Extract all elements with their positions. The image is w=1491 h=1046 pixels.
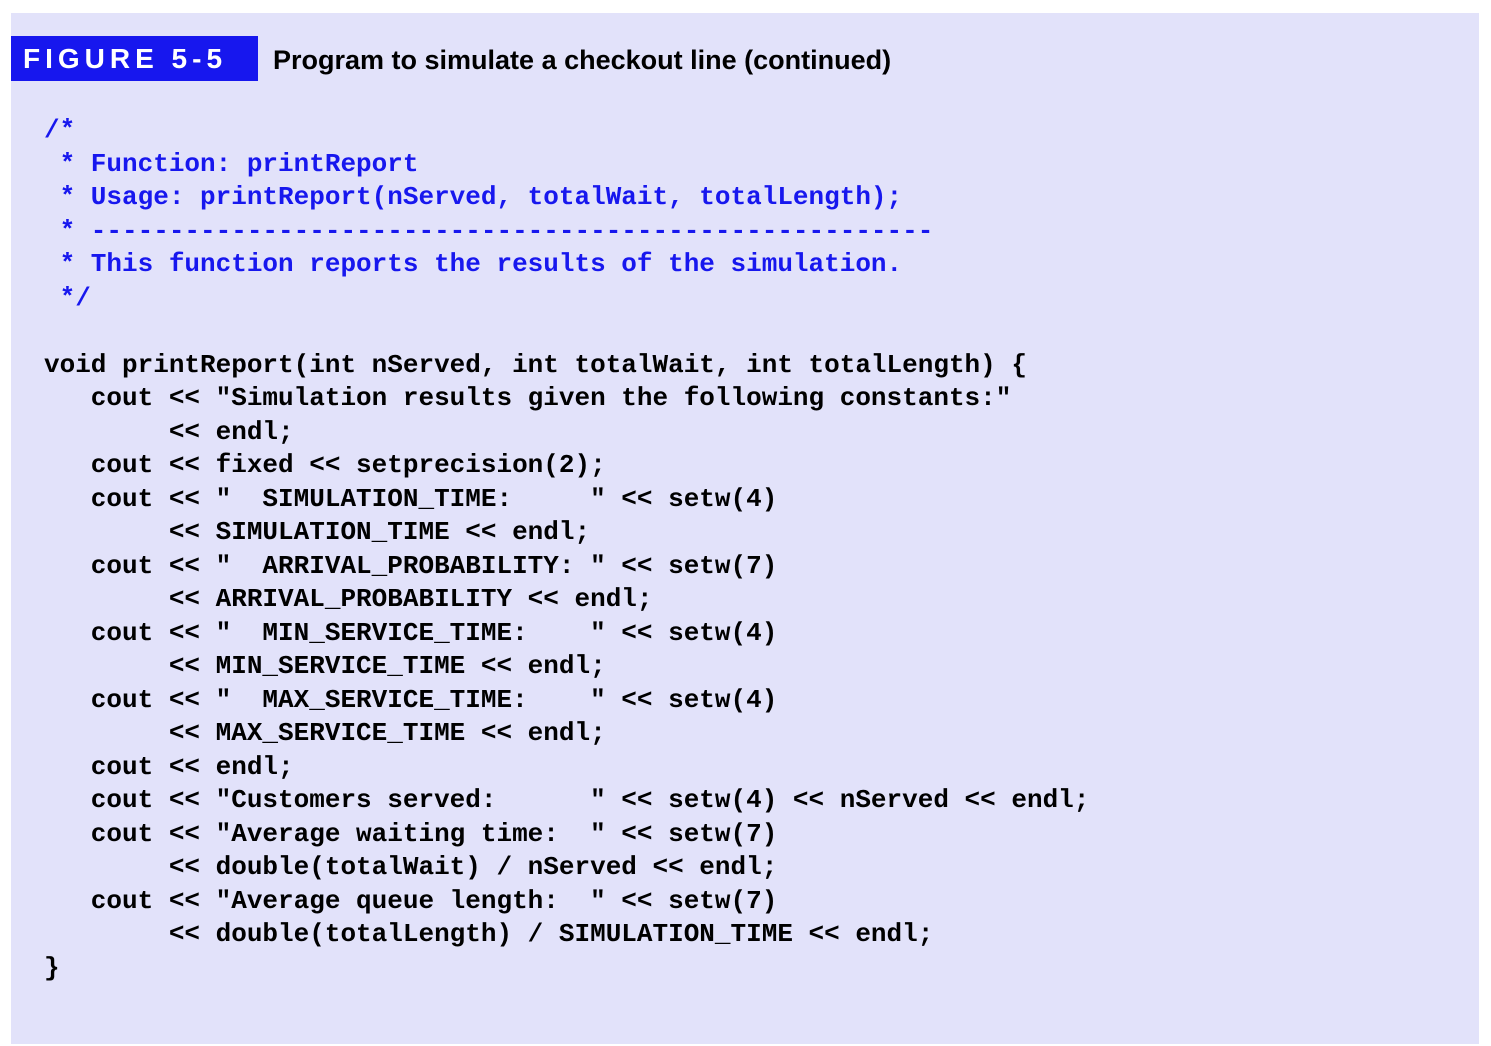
- code-line: cout << "Customers served: " << setw(4) …: [44, 785, 1090, 815]
- code-line: }: [44, 952, 60, 983]
- code-line: * --------------------------------------…: [44, 215, 934, 246]
- code-line: << MAX_SERVICE_TIME << endl;: [44, 718, 606, 748]
- code-line: cout << " MAX_SERVICE_TIME: " << setw(4): [44, 684, 778, 715]
- code-line: << endl;: [44, 416, 294, 447]
- figure-label-badge: FIGURE 5-5: [11, 36, 258, 81]
- code-line: cout << "Simulation results given the fo…: [44, 383, 1012, 413]
- code-line: << double(totalLength) / SIMULATION_TIME…: [44, 919, 934, 949]
- code-line: cout << " MIN_SERVICE_TIME: " << setw(4): [44, 617, 778, 648]
- code-line: << SIMULATION_TIME << endl;: [44, 517, 591, 547]
- code-line: cout << "Average queue length: " << setw…: [44, 885, 778, 916]
- code-line: << ARRIVAL_PROBABILITY << endl;: [44, 584, 653, 614]
- code-line: cout << fixed << setprecision(2);: [44, 450, 606, 480]
- code-line: << double(totalWait) / nServed << endl;: [44, 852, 778, 882]
- code-line: void printReport(int nServed, int totalW…: [44, 349, 1027, 380]
- code-line: */: [44, 282, 91, 313]
- code-listing: /* * Function: printReport * Usage: prin…: [44, 114, 1089, 985]
- code-line: * Usage: printReport(nServed, totalWait,…: [44, 182, 903, 212]
- code-line: * This function reports the results of t…: [44, 249, 903, 279]
- code-line: * Function: printReport: [44, 148, 419, 179]
- code-line: cout << "Average waiting time: " << setw…: [44, 818, 778, 849]
- code-line: << MIN_SERVICE_TIME << endl;: [44, 651, 606, 681]
- code-line: cout << " ARRIVAL_PROBABILITY: " << setw…: [44, 550, 778, 581]
- figure-title: Program to simulate a checkout line (con…: [273, 45, 892, 75]
- code-line: cout << endl;: [44, 751, 294, 782]
- code-line: /*: [44, 115, 76, 145]
- code-line: cout << " SIMULATION_TIME: " << setw(4): [44, 483, 778, 514]
